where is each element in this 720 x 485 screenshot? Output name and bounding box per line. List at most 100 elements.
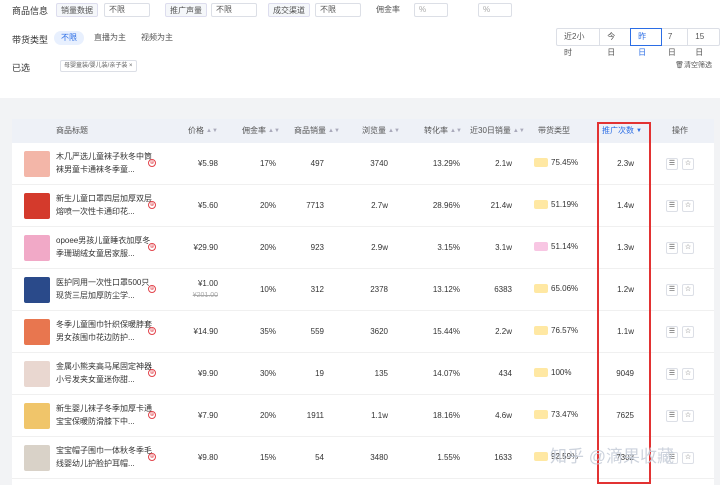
sales-cell: 54 xyxy=(315,453,324,462)
type-option-live[interactable]: 直播为主 xyxy=(94,31,126,45)
trash-icon: 🗑 xyxy=(675,62,684,69)
product-thumbnail[interactable] xyxy=(24,193,50,219)
col-sales30[interactable]: 近30日销量 ▲▼ xyxy=(470,119,525,143)
detail-button[interactable]: ☰ xyxy=(666,326,678,338)
product-thumbnail[interactable] xyxy=(24,319,50,345)
detail-button[interactable]: ☰ xyxy=(666,200,678,212)
sort-desc-icon: ▼ xyxy=(636,128,642,134)
detail-button[interactable]: ☰ xyxy=(666,410,678,422)
views-cell: 135 xyxy=(374,369,388,378)
product-thumbnail[interactable] xyxy=(24,151,50,177)
segment-yesterday[interactable]: 昨日 xyxy=(630,28,662,57)
table-row[interactable]: 新生儿童口罩四层加厚双层熔喷一次性卡通印花... ⊕ ¥5.60 20% 7713 2.7… xyxy=(12,185,714,227)
selected-chip[interactable]: 母婴童装/婴儿装/亲子装 × xyxy=(60,60,137,72)
product-thumbnail[interactable] xyxy=(24,277,50,303)
commission-cell: 30% xyxy=(259,369,276,378)
product-thumbnail[interactable] xyxy=(24,361,50,387)
product-title[interactable]: 宝宝帽子围巾一体秋冬季毛线婴幼儿护脸护耳帽... xyxy=(56,444,156,470)
filter-commission: 佣金率 xyxy=(376,5,400,14)
product-title[interactable]: 冬季儿童围巾针织保暖脖套男女孩围巾花边防护... xyxy=(56,318,156,344)
price-cell: ¥5.98 xyxy=(197,159,218,168)
detail-button[interactable]: ☰ xyxy=(666,368,678,380)
segment-7d[interactable]: 7日 xyxy=(661,29,689,57)
detail-button[interactable]: ☰ xyxy=(666,158,678,170)
favorite-star-icon[interactable]: ☆ xyxy=(682,452,694,464)
commission-cell: 17% xyxy=(259,159,276,168)
filter-channel-select[interactable]: 不限 xyxy=(315,3,361,17)
product-thumbnail[interactable] xyxy=(24,235,50,261)
shop-badge-icon: ⊕ xyxy=(148,201,156,209)
commission-min-input[interactable]: % xyxy=(414,3,448,17)
filter-label-goods: 商品信息 xyxy=(12,6,49,16)
favorite-star-icon[interactable]: ☆ xyxy=(682,284,694,296)
product-title[interactable]: 木几严选儿童袜子秋冬中筒袜男童卡通袜冬季童... xyxy=(56,150,156,176)
favorite-star-icon[interactable]: ☆ xyxy=(682,200,694,212)
type-cell: 75.45% xyxy=(534,158,578,170)
col-promo[interactable]: 推广次数 ▼ xyxy=(602,119,642,143)
col-sales[interactable]: 商品销量 ▲▼ xyxy=(294,119,340,143)
segment-2h[interactable]: 近2小时 xyxy=(557,29,601,57)
commission-max-input[interactable]: % xyxy=(478,3,512,17)
type-option-video[interactable]: 视频为主 xyxy=(141,31,173,45)
favorite-star-icon[interactable]: ☆ xyxy=(682,410,694,422)
segment-15d[interactable]: 15日 xyxy=(688,29,719,57)
product-thumbnail[interactable] xyxy=(24,403,50,429)
col-type: 带货类型 xyxy=(538,126,570,135)
sort-icon: ▲▼ xyxy=(328,128,340,134)
price-cell: ¥14.90 xyxy=(193,327,218,336)
favorite-star-icon[interactable]: ☆ xyxy=(682,368,694,380)
filter-panel: 商品信息 销量数据 不限 推广声量 不限 成交渠道 不限 佣金率 % % 带货类… xyxy=(0,0,720,98)
detail-button[interactable]: ☰ xyxy=(666,242,678,254)
clear-filters-button[interactable]: 🗑清空筛选 xyxy=(675,60,712,70)
type-bar-icon xyxy=(534,410,548,420)
shop-badge-icon: ⊕ xyxy=(148,285,156,293)
promo-cell: 7625 xyxy=(616,411,634,420)
commission-cell: 20% xyxy=(259,243,276,252)
commission-cell: 20% xyxy=(259,411,276,420)
product-thumbnail[interactable] xyxy=(24,445,50,471)
shop-badge-icon: ⊕ xyxy=(148,243,156,251)
filter-channel[interactable]: 成交渠道 xyxy=(268,3,310,17)
type-option-all[interactable]: 不限 xyxy=(54,31,84,45)
commission-cell: 35% xyxy=(259,327,276,336)
views-cell: 2378 xyxy=(370,285,388,294)
product-title[interactable]: 医护同用一次性口罩500只现货三层加厚防尘学... xyxy=(56,276,156,302)
table-row[interactable]: 冬季儿童围巾针织保暖脖套男女孩围巾花边防护... ⊕ ¥14.90 35% 559 362… xyxy=(12,311,714,353)
views-cell: 2.7w xyxy=(371,201,388,210)
segment-today[interactable]: 今日 xyxy=(600,29,632,57)
original-price: ¥201.00 xyxy=(192,292,218,299)
sales-cell: 1911 xyxy=(306,411,324,420)
table-row[interactable]: 医护同用一次性口罩500只现货三层加厚防尘学... ⊕ ¥1.00 ¥201.00 10… xyxy=(12,269,714,311)
promo-cell: 2.3w xyxy=(617,159,634,168)
filter-sales-data[interactable]: 销量数据 xyxy=(56,3,98,17)
product-title[interactable]: opoee男孩儿童睡衣加厚冬季珊瑚绒女童居家服... xyxy=(56,234,156,260)
type-cell: 76.57% xyxy=(534,326,578,338)
col-commission[interactable]: 佣金率 ▲▼ xyxy=(242,119,280,143)
sales-cell: 497 xyxy=(310,159,324,168)
favorite-star-icon[interactable]: ☆ xyxy=(682,158,694,170)
col-price[interactable]: 价格 ▲▼ xyxy=(188,119,218,143)
product-title[interactable]: 新生儿童口罩四层加厚双层熔喷一次性卡通印花... xyxy=(56,192,156,218)
detail-button[interactable]: ☰ xyxy=(666,284,678,296)
product-title[interactable]: 新生婴儿袜子冬季加厚卡通宝宝保暖防滑膝下中... xyxy=(56,402,156,428)
sales30-cell: 6383 xyxy=(494,285,512,294)
shop-badge-icon: ⊕ xyxy=(148,159,156,167)
favorite-star-icon[interactable]: ☆ xyxy=(682,242,694,254)
col-conversion[interactable]: 转化率 ▲▼ xyxy=(424,119,462,143)
table-row[interactable]: 金属小熊夹高马尾固定神器小号发夹女童迷你甜... ⊕ ¥9.90 30% 19 135 14… xyxy=(12,353,714,395)
views-cell: 3620 xyxy=(370,327,388,336)
views-cell: 3480 xyxy=(370,453,388,462)
table-header: 商品标题 价格 ▲▼ 佣金率 ▲▼ 商品销量 ▲▼ 浏览量 ▲▼ 转化率 ▲▼ 近30日销… xyxy=(12,119,714,143)
sort-icon: ▲▼ xyxy=(450,128,462,134)
table-row[interactable]: opoee男孩儿童睡衣加厚冬季珊瑚绒女童居家服... ⊕ ¥29.90 20% 923 2… xyxy=(12,227,714,269)
type-bar-icon xyxy=(534,284,548,294)
shop-badge-icon: ⊕ xyxy=(148,411,156,419)
col-views[interactable]: 浏览量 ▲▼ xyxy=(362,119,400,143)
table-row[interactable]: 木几严选儿童袜子秋冬中筒袜男童卡通袜冬季童... ⊕ ¥5.98 17% 497 3740… xyxy=(12,143,714,185)
favorite-star-icon[interactable]: ☆ xyxy=(682,326,694,338)
table-row[interactable]: 新生婴儿袜子冬季加厚卡通宝宝保暖防滑膝下中... ⊕ ¥7.90 20% 1911 1.1… xyxy=(12,395,714,437)
filter-promo-volume[interactable]: 推广声量 xyxy=(165,3,207,17)
filter-sales-select[interactable]: 不限 xyxy=(104,3,150,17)
filter-promo-select[interactable]: 不限 xyxy=(211,3,257,17)
product-title[interactable]: 金属小熊夹高马尾固定神器小号发夹女童迷你甜... xyxy=(56,360,156,386)
